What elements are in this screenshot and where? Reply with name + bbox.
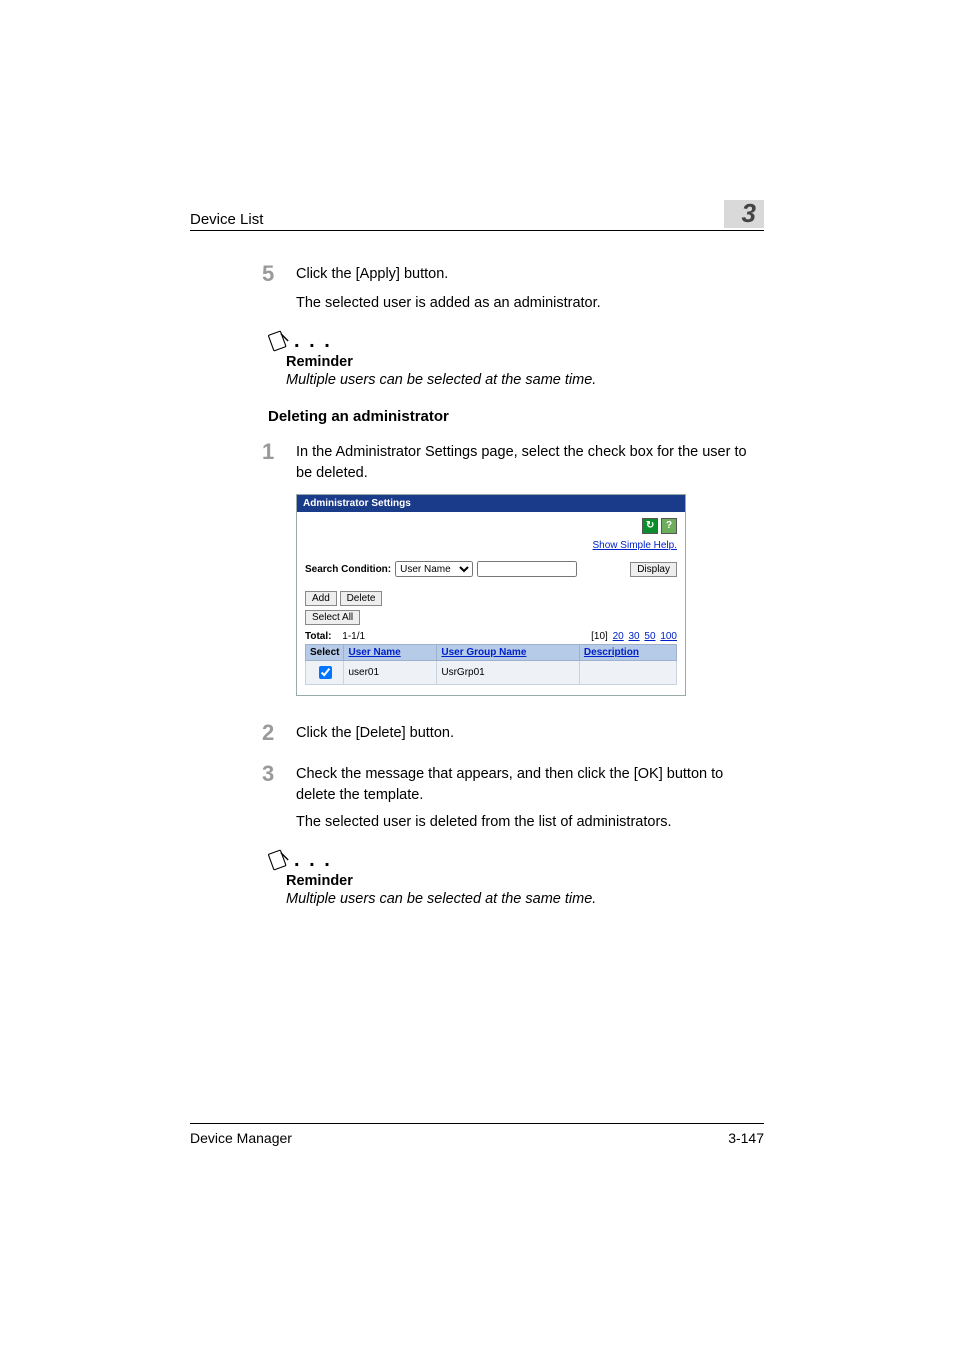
show-simple-help-link[interactable]: Show Simple Help. <box>593 540 677 551</box>
delete-button[interactable]: Delete <box>340 591 383 606</box>
admin-settings-panel: Administrator Settings ↻ ? Show Simple H… <box>296 494 686 696</box>
col-user-name[interactable]: User Name <box>348 647 400 658</box>
cell-desc <box>579 661 676 685</box>
note-icon <box>268 330 290 352</box>
pager-current: [10] <box>591 631 608 642</box>
col-select: Select <box>306 645 344 661</box>
col-description[interactable]: Description <box>584 647 639 658</box>
step3-subtext: The selected user is deleted from the li… <box>296 812 764 833</box>
step-number-5: 5 <box>262 261 296 287</box>
reminder-body-2: Multiple users can be selected at the sa… <box>286 891 764 907</box>
chapter-number: 3 <box>724 200 764 228</box>
step1-text: In the Administrator Settings page, sele… <box>296 439 764 484</box>
step3-text: Check the message that appears, and then… <box>296 761 764 806</box>
row-checkbox[interactable] <box>319 666 332 679</box>
add-button[interactable]: Add <box>305 591 337 606</box>
cell-group: UsrGrp01 <box>437 661 580 685</box>
subheading-deleting-admin: Deleting an administrator <box>268 408 764 425</box>
footer-left: Device Manager <box>190 1130 292 1146</box>
pager: [10] 20 30 50 100 <box>591 631 677 642</box>
step-number-2: 2 <box>262 720 296 746</box>
cell-user: user01 <box>344 661 437 685</box>
step-number-3: 3 <box>262 761 296 787</box>
admin-table: Select User Name User Group Name Descrip… <box>305 644 677 685</box>
reminder-body-1: Multiple users can be selected at the sa… <box>286 372 764 388</box>
help-icon[interactable]: ? <box>661 518 677 534</box>
pager-30[interactable]: 30 <box>629 631 640 642</box>
pager-50[interactable]: 50 <box>644 631 655 642</box>
pager-20[interactable]: 20 <box>613 631 624 642</box>
reminder-title-2: Reminder <box>286 873 764 889</box>
pager-100[interactable]: 100 <box>660 631 677 642</box>
panel-title: Administrator Settings <box>297 495 685 512</box>
step-number-1: 1 <box>262 439 296 465</box>
display-button[interactable]: Display <box>630 562 677 577</box>
search-condition-label: Search Condition: <box>305 564 391 575</box>
search-condition-select[interactable]: User Name <box>395 561 473 577</box>
total-value: 1-1/1 <box>342 631 365 642</box>
step5-text: Click the [Apply] button. <box>296 261 448 285</box>
search-condition-input[interactable] <box>477 561 577 577</box>
refresh-icon[interactable]: ↻ <box>642 518 658 534</box>
note-dots: . . . <box>294 335 332 347</box>
footer-right: 3-147 <box>728 1130 764 1146</box>
note-dots: . . . <box>294 854 332 866</box>
step5-subtext: The selected user is added as an adminis… <box>296 293 764 314</box>
table-row: user01 UsrGrp01 <box>306 661 677 685</box>
note-icon <box>268 849 290 871</box>
col-user-group-name[interactable]: User Group Name <box>441 647 526 658</box>
page-header-title: Device List <box>190 211 263 228</box>
step2-text: Click the [Delete] button. <box>296 720 454 744</box>
reminder-title-1: Reminder <box>286 354 764 370</box>
total-label: Total: <box>305 631 331 642</box>
select-all-button[interactable]: Select All <box>305 610 360 625</box>
